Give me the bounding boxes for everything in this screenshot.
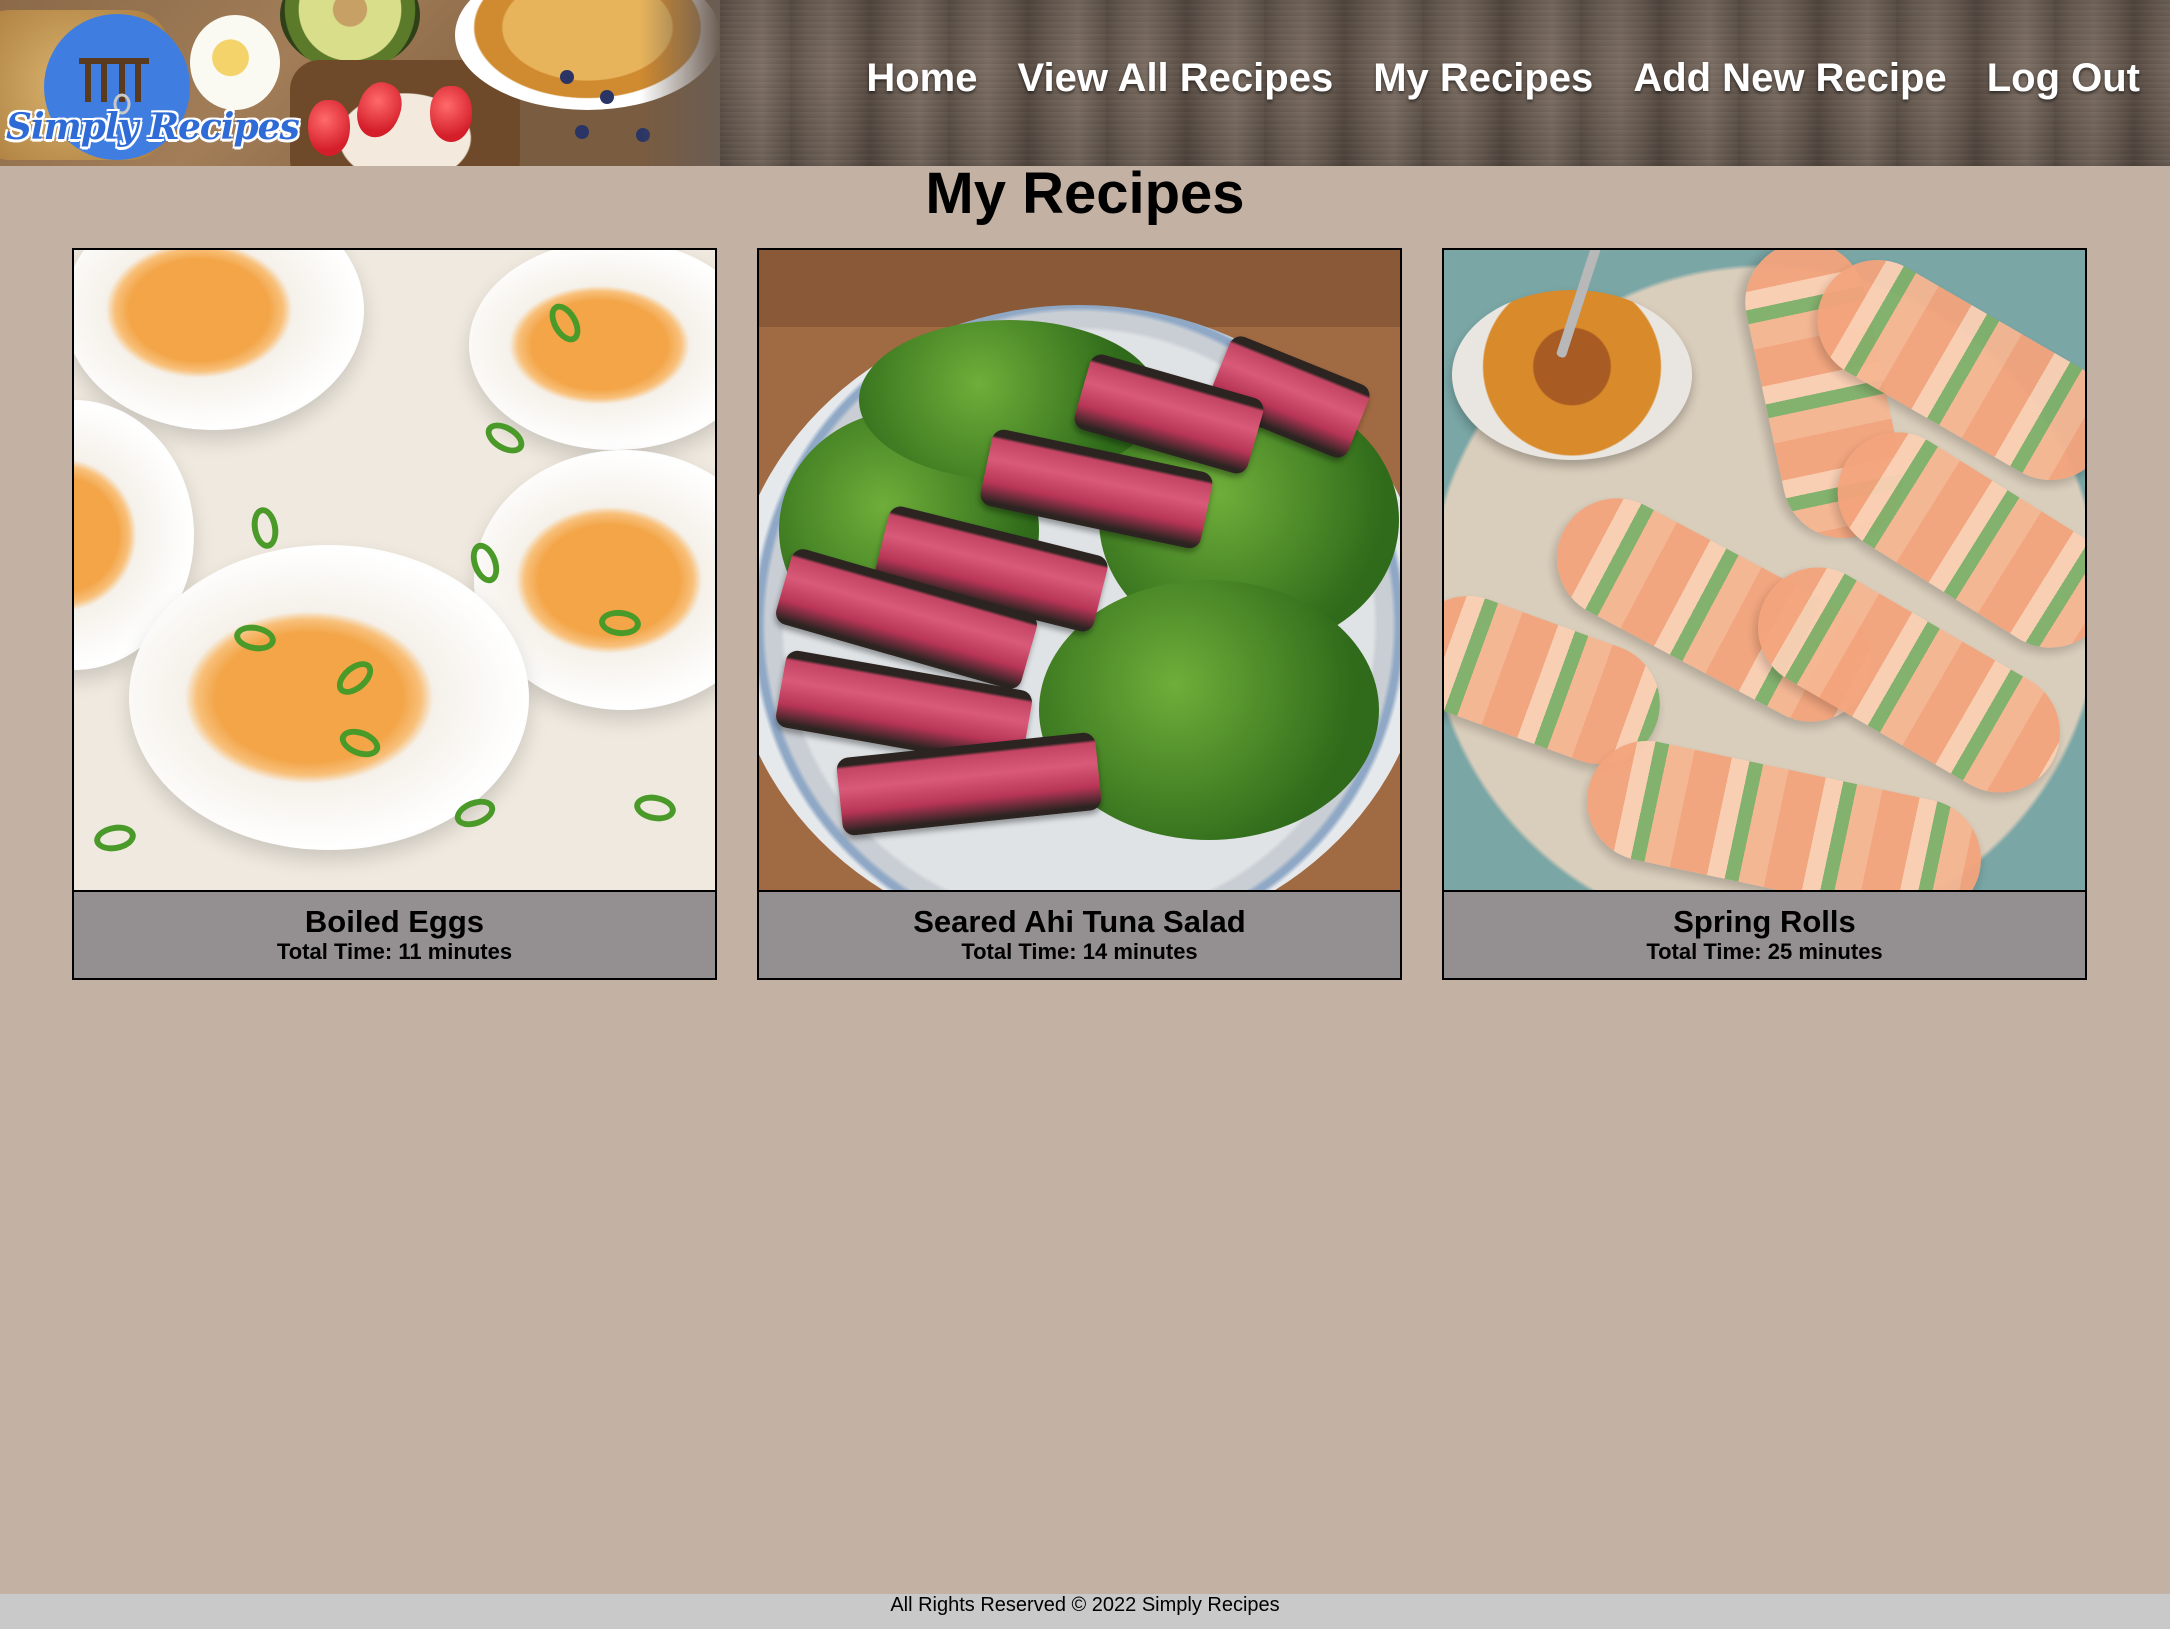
logo-text: Simply Recipes	[6, 106, 300, 148]
nav-home[interactable]: Home	[866, 56, 977, 101]
recipe-card-seared-ahi-tuna-salad[interactable]: Seared Ahi Tuna Salad Total Time: 14 min…	[757, 248, 1402, 980]
recipe-caption: Boiled Eggs Total Time: 11 minutes	[74, 905, 715, 965]
nav-add-new-recipe[interactable]: Add New Recipe	[1633, 56, 1946, 101]
recipe-name: Spring Rolls	[1673, 904, 1856, 939]
recipe-name: Seared Ahi Tuna Salad	[913, 904, 1246, 939]
recipe-image[interactable]	[1444, 250, 2085, 892]
site-logo[interactable]: Simply Recipes	[4, 14, 300, 160]
copyright-text: All Rights Reserved © 2022 Simply Recipe…	[890, 1594, 1280, 1616]
recipe-image[interactable]	[759, 250, 1400, 892]
site-footer: All Rights Reserved © 2022 Simply Recipe…	[0, 1594, 2170, 1629]
recipe-card-boiled-eggs[interactable]: Boiled Eggs Total Time: 11 minutes	[72, 248, 717, 980]
site-header: Simply Recipes Home View All Recipes My …	[0, 0, 2170, 166]
recipe-total-time: Total Time: 11 minutes	[276, 939, 513, 964]
recipe-total-time: Total Time: 25 minutes	[1646, 939, 1883, 964]
recipe-image[interactable]	[74, 250, 715, 892]
recipe-name: Boiled Eggs	[304, 904, 485, 939]
main-nav: Home View All Recipes My Recipes Add New…	[866, 56, 2140, 101]
recipe-card-spring-rolls[interactable]: Spring Rolls Total Time: 25 minutes	[1442, 248, 2087, 980]
page-title: My Recipes	[925, 161, 1245, 226]
recipe-caption: Spring Rolls Total Time: 25 minutes	[1444, 905, 2085, 965]
recipe-caption: Seared Ahi Tuna Salad Total Time: 14 min…	[759, 905, 1400, 965]
nav-view-all-recipes[interactable]: View All Recipes	[1018, 56, 1334, 101]
recipe-grid: Boiled Eggs Total Time: 11 minutes Seare…	[72, 248, 2087, 980]
recipe-total-time: Total Time: 14 minutes	[961, 939, 1198, 964]
nav-my-recipes[interactable]: My Recipes	[1373, 56, 1593, 101]
nav-log-out[interactable]: Log Out	[1987, 56, 2140, 101]
